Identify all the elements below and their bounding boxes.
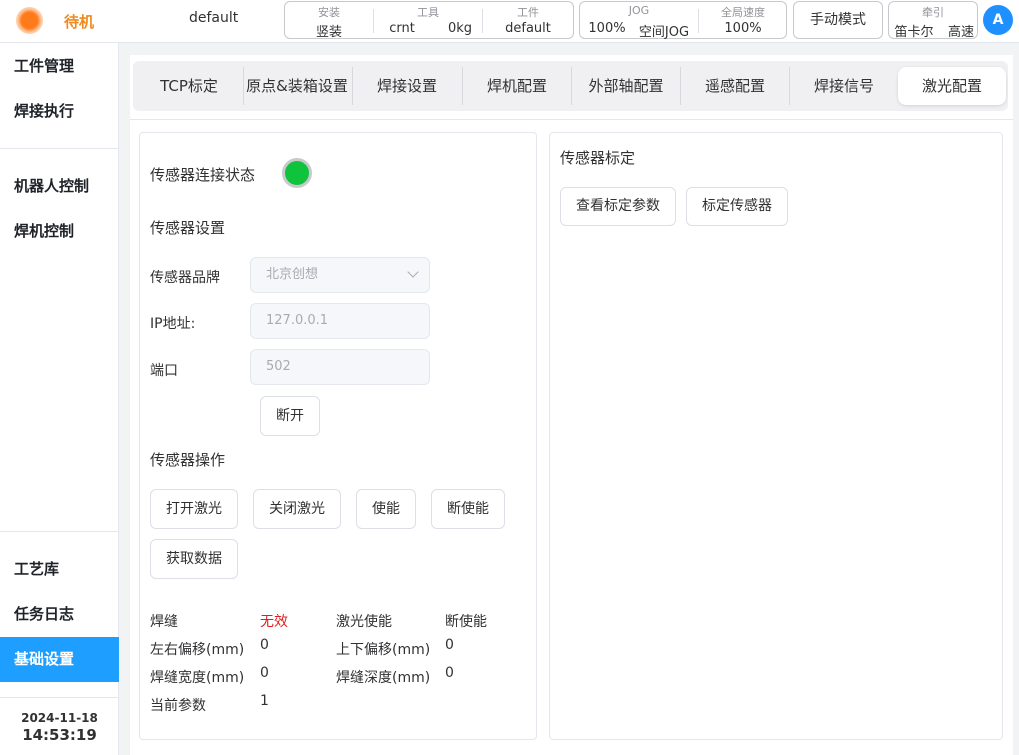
sensor-brand-select[interactable]: 北京创想 xyxy=(250,257,430,293)
sensor-calibration-panel: 传感器标定 查看标定参数 标定传感器 xyxy=(549,132,1003,740)
jog-mode: 空间JOG xyxy=(638,25,690,40)
top-bar: 待机 default 安装 竖装 工具 crnt 0kg 工件 default … xyxy=(0,0,1019,43)
laser-enable-label: 激光使能 xyxy=(336,614,392,630)
tool-cell[interactable]: 工具 crnt 0kg xyxy=(374,2,482,38)
calibrate-sensor-button[interactable]: 标定传感器 xyxy=(686,187,788,226)
workpiece-value: default xyxy=(505,21,551,36)
sensor-settings-title: 传感器设置 xyxy=(150,219,226,237)
weld-seam-value: 无效 xyxy=(260,614,288,630)
tab-welding-signal[interactable]: 焊接信号 xyxy=(790,67,898,105)
sensor-operations-title: 传感器操作 xyxy=(150,451,226,469)
disconnect-button[interactable]: 断开 xyxy=(260,396,320,436)
workpiece-label: 工件 xyxy=(517,6,539,19)
laser-enable-value: 断使能 xyxy=(445,614,487,630)
current-param-label: 当前参数 xyxy=(150,698,206,714)
sidebar: 工件管理 焊接执行 机器人控制 焊机控制 工艺库 任务日志 基础设置 2024-… xyxy=(0,43,119,755)
sensor-brand-label: 传感器品牌 xyxy=(150,270,220,286)
settings-tabs: TCP标定 原点&装箱设置 焊接设置 焊机配置 外部轴配置 遥感配置 焊接信号 … xyxy=(133,61,1008,111)
tab-laser-config[interactable]: 激光配置 xyxy=(898,67,1006,105)
ud-offset-label: 上下偏移(mm) xyxy=(336,642,431,658)
sidebar-item-process-library[interactable]: 工艺库 xyxy=(0,547,119,592)
global-speed-value: 100% xyxy=(724,21,762,36)
port-label: 端口 xyxy=(150,363,178,379)
enable-button[interactable]: 使能 xyxy=(356,489,416,529)
tab-underline xyxy=(130,119,1013,120)
traction-group[interactable]: 牵引 笛卡尔 高速 xyxy=(888,1,978,40)
disable-button[interactable]: 断使能 xyxy=(431,489,505,529)
seam-width-label: 焊缝宽度(mm) xyxy=(150,670,245,686)
sidebar-item-basic-settings[interactable]: 基础设置 xyxy=(0,637,119,682)
open-laser-button[interactable]: 打开激光 xyxy=(150,489,238,529)
install-label: 安装 xyxy=(318,6,340,19)
traction-cell[interactable]: 牵引 笛卡尔 高速 xyxy=(889,2,977,40)
current-date: 2024-11-18 xyxy=(21,711,98,725)
global-speed-label: 全局速度 xyxy=(721,6,765,19)
traction-label: 牵引 xyxy=(922,6,944,19)
sensor-connection-status-label: 传感器连接状态 xyxy=(150,166,256,184)
lr-offset-label: 左右偏移(mm) xyxy=(150,642,245,658)
connection-status-icon xyxy=(282,158,312,188)
lr-offset-value: 0 xyxy=(260,637,269,653)
jog-label: JOG xyxy=(628,4,650,17)
sidebar-divider xyxy=(0,697,119,698)
status-text: 待机 xyxy=(64,13,95,31)
view-calibration-params-button[interactable]: 查看标定参数 xyxy=(560,187,676,226)
seam-depth-label: 焊缝深度(mm) xyxy=(336,670,431,686)
install-value: 竖装 xyxy=(315,25,342,40)
jog-percent: 100% xyxy=(588,21,626,36)
sidebar-item-robot-control[interactable]: 机器人控制 xyxy=(0,164,119,209)
tool-weight: 0kg xyxy=(447,21,473,36)
current-time: 14:53:19 xyxy=(22,726,97,744)
ip-address-label: IP地址: xyxy=(150,316,196,332)
sidebar-item-workpiece-management[interactable]: 工件管理 xyxy=(0,44,119,89)
tool-value: crnt xyxy=(389,21,415,36)
tab-external-axis-config[interactable]: 外部轴配置 xyxy=(572,67,680,105)
ud-offset-value: 0 xyxy=(445,637,454,653)
get-data-button[interactable]: 获取数据 xyxy=(150,539,238,579)
tool-label: 工具 xyxy=(417,6,439,19)
port-field[interactable]: 502 xyxy=(250,349,430,385)
program-name[interactable]: default xyxy=(189,10,238,26)
traction-mode: 笛卡尔 xyxy=(894,25,934,40)
traction-speed: 高速 xyxy=(947,25,974,40)
sensor-panel: 传感器连接状态 传感器设置 传感器品牌 北京创想 IP地址: 127.0.0.1… xyxy=(139,132,537,740)
main-content: TCP标定 原点&装箱设置 焊接设置 焊机配置 外部轴配置 遥感配置 焊接信号 … xyxy=(130,55,1013,755)
workpiece-cell[interactable]: 工件 default xyxy=(483,2,573,38)
install-cell[interactable]: 安装 竖装 xyxy=(285,2,373,40)
close-laser-button[interactable]: 关闭激光 xyxy=(253,489,341,529)
sidebar-item-weld-execution[interactable]: 焊接执行 xyxy=(0,89,119,134)
sidebar-divider xyxy=(0,148,119,149)
status-indicator-icon xyxy=(16,7,43,34)
tab-remote-sensing-config[interactable]: 遥感配置 xyxy=(681,67,789,105)
weld-seam-label: 焊缝 xyxy=(150,614,178,630)
chevron-down-icon xyxy=(407,266,419,278)
sidebar-item-welder-control[interactable]: 焊机控制 xyxy=(0,209,119,254)
jog-speed-group[interactable]: JOG 100% 空间JOG 全局速度 100% xyxy=(579,1,787,40)
install-tool-workpiece-group[interactable]: 安装 竖装 工具 crnt 0kg 工件 default xyxy=(284,1,574,40)
sidebar-item-task-log[interactable]: 任务日志 xyxy=(0,592,119,637)
tab-welder-config[interactable]: 焊机配置 xyxy=(463,67,571,105)
tab-tcp-calibration[interactable]: TCP标定 xyxy=(138,67,240,105)
user-avatar[interactable]: A xyxy=(983,5,1013,35)
global-speed-cell[interactable]: 全局速度 100% xyxy=(699,2,787,38)
seam-width-value: 0 xyxy=(260,665,269,681)
current-param-value: 1 xyxy=(260,693,269,709)
tab-origin-boxing[interactable]: 原点&装箱设置 xyxy=(244,67,350,105)
seam-depth-value: 0 xyxy=(445,665,454,681)
manual-mode-button[interactable]: 手动模式 xyxy=(793,1,883,39)
sensor-calibration-title: 传感器标定 xyxy=(560,149,636,167)
ip-address-field[interactable]: 127.0.0.1 xyxy=(250,303,430,339)
jog-cell[interactable]: JOG 100% 空间JOG xyxy=(580,2,698,40)
tab-welding-settings[interactable]: 焊接设置 xyxy=(353,67,461,105)
sensor-brand-value: 北京创想 xyxy=(266,267,319,282)
sidebar-divider xyxy=(0,531,119,532)
